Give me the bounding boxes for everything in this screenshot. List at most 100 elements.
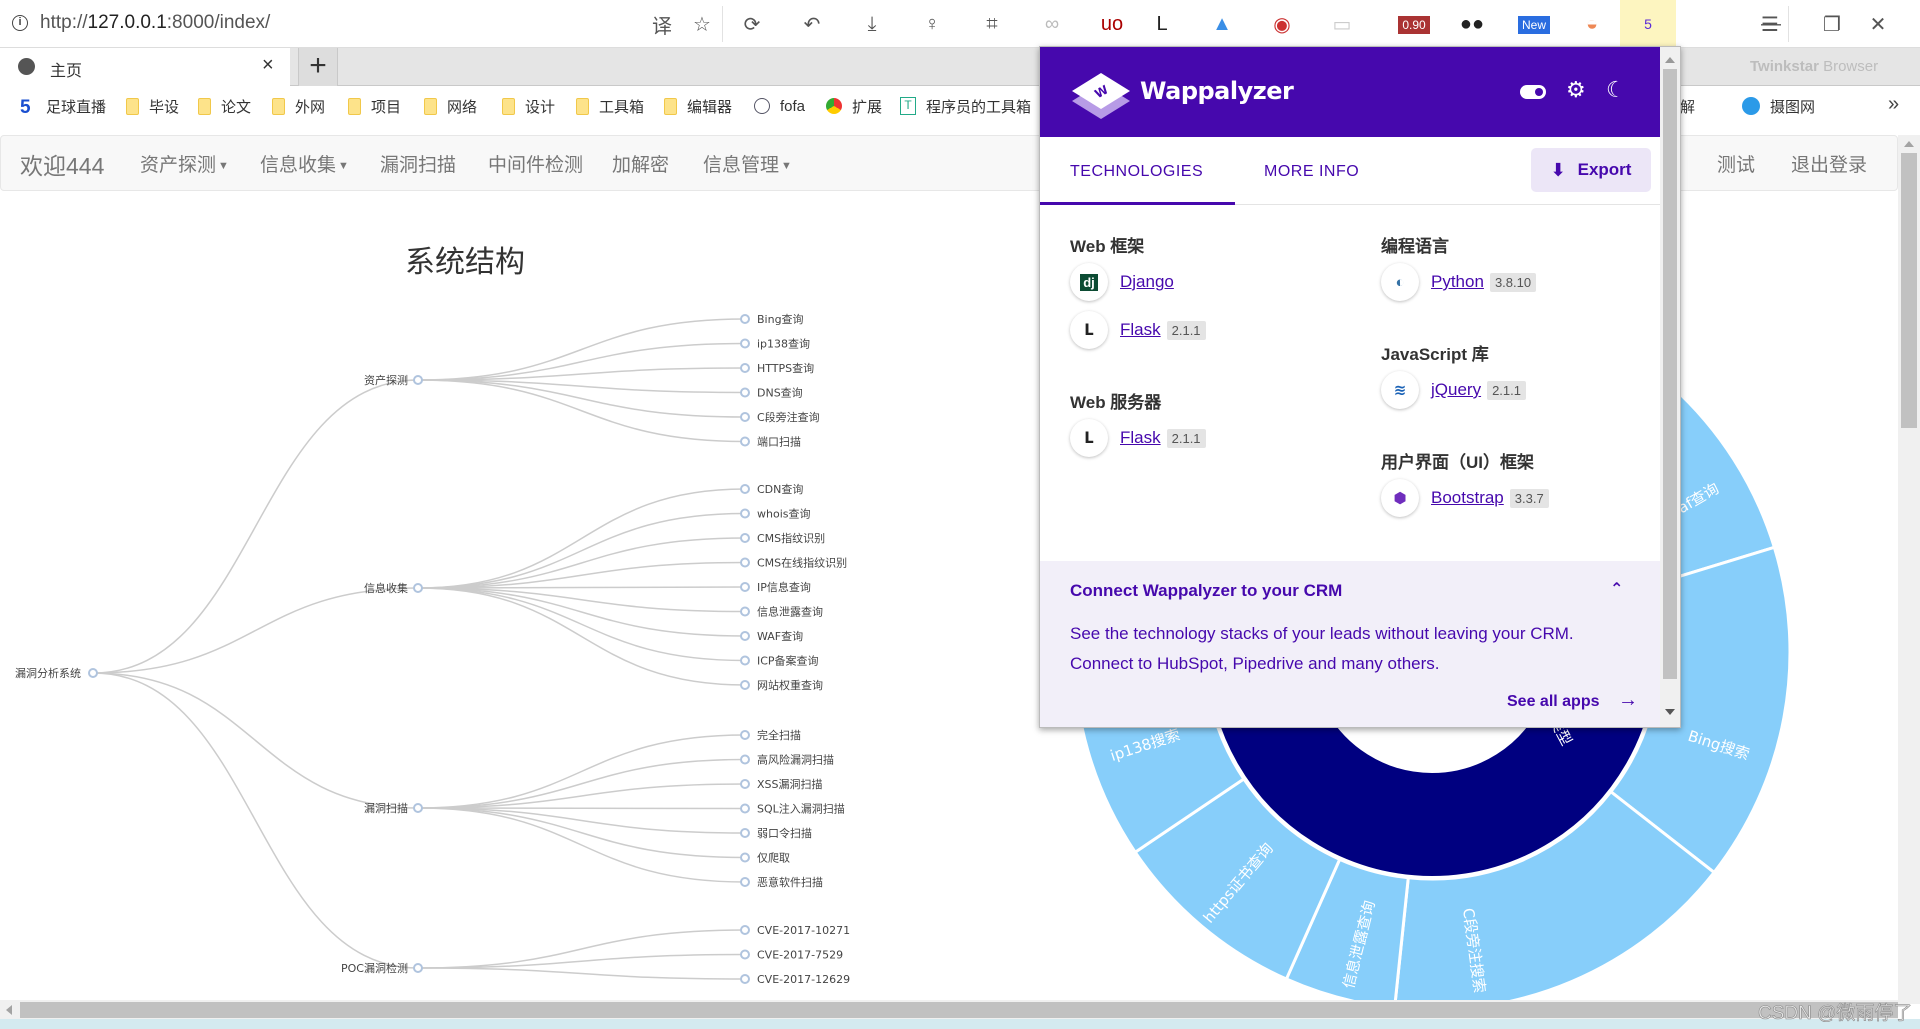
bookmark-item[interactable]: 扩展 [826,95,882,117]
technology-item: ᒪ Flask 2.1.1 [1070,414,1206,462]
bookmark-item[interactable]: 毕设 [126,95,179,117]
technology-link[interactable]: jQuery [1431,380,1481,400]
jquery-icon: ≋ [1381,371,1419,409]
popup-scroll-thumb[interactable] [1663,69,1677,679]
audio-extension-icon[interactable]: ◉ [1268,10,1296,38]
technology-link[interactable]: Django [1120,272,1174,292]
nav-item[interactable]: 中间件检测 [488,150,583,177]
dark-mode-moon-icon[interactable]: ☾ [1606,77,1626,103]
url-field[interactable]: http://127.0.0.1:8000/index/ [40,12,270,34]
technology-link[interactable]: Bootstrap [1431,488,1504,508]
bookmark-item[interactable]: 工具箱 [576,95,644,117]
bookmark-item[interactable]: 外网 [272,95,325,117]
scroll-down-arrow-icon[interactable] [1665,709,1675,715]
bookmark-item[interactable]: 项目 [348,95,401,117]
undo-icon[interactable]: ↶ [798,10,826,38]
page-horizontal-scrollbar[interactable] [0,1000,1898,1019]
bookmark-item[interactable]: 论文 [198,95,251,117]
export-button[interactable]: ⬇ Export [1531,148,1651,192]
version-badge: 3.3.7 [1509,488,1549,508]
bookmark-label: 设计 [525,98,556,116]
tab-technologies[interactable]: TECHNOLOGIES [1070,163,1203,181]
tab-home[interactable]: 主页 × [0,48,290,86]
image-extension-icon[interactable]: ▲ [1208,10,1236,38]
bootstrap-icon: ⬢ [1381,479,1419,517]
translate-icon[interactable]: 译 [648,10,676,38]
restore-window-button[interactable]: ❐ [1818,10,1846,38]
crop-icon[interactable]: ⌗ [978,10,1006,38]
enable-toggle[interactable] [1520,85,1546,99]
bookmark-item[interactable]: T 程序员的工具箱 [900,95,1031,117]
fofa-icon [754,98,770,114]
tab-close-icon[interactable]: × [262,54,274,77]
download-manager-icon[interactable]: ▭ [1328,10,1356,38]
new-tab-button[interactable]: + [298,48,338,86]
page-vertical-scrollbar[interactable] [1898,135,1920,1004]
lastpass-icon[interactable]: L [1148,10,1176,38]
download-icon[interactable]: ⤓ [858,10,886,38]
collapse-chevron-up-icon[interactable]: ⌃ [1610,579,1623,599]
tree-leaf-label: CDN查询 [757,482,803,496]
tampermonkey-icon[interactable]: ●● [1458,10,1486,38]
bookmark-item[interactable]: 网络 [424,95,477,117]
scroll-left-arrow-icon[interactable] [6,1005,12,1015]
site-info-icon[interactable]: i [12,15,28,31]
nav-item[interactable]: 信息收集 ▼ [260,150,349,177]
tree-link [417,807,746,834]
bowl-extension-icon[interactable]: ◒ [1578,10,1606,38]
star-icon[interactable]: ☆ [688,10,716,38]
technology-item: ᒪ Flask 2.1.1 [1070,306,1206,354]
tree-branch-label: 漏洞扫描 [364,801,408,815]
tree-leaf-node [740,363,750,373]
wappalyzer-logo-icon: W [1072,73,1130,119]
category-title: Web 框架 [1070,237,1145,256]
infinity-extension-icon[interactable]: ∞ [1038,10,1066,38]
speed-extension-icon[interactable]: 0.90 [1398,16,1430,34]
tree-leaf-node [740,338,750,349]
see-all-apps-link[interactable]: See all apps [1507,693,1600,711]
bookmarks-overflow-chevron-icon[interactable]: » [1888,93,1899,116]
nav-item[interactable]: 加解密 [612,150,669,177]
wappalyzer-extension-icon[interactable]: 5 [1620,0,1676,48]
nav-logout-link[interactable]: 退出登录 [1791,150,1867,177]
nav-item[interactable]: 信息管理 ▼ [703,150,792,177]
bookmark-item[interactable]: 设计 [502,95,555,117]
scroll-up-arrow-icon[interactable] [1904,141,1914,147]
bookmark-item[interactable]: 5 足球直播 [20,95,106,118]
tree-leaf-label: CVE-2017-10271 [757,924,850,937]
close-window-button[interactable]: ✕ [1864,10,1892,38]
bookmark-item[interactable]: 摄图网 [1742,95,1815,117]
technology-link[interactable]: Python [1431,272,1484,292]
crm-title: Connect Wappalyzer to your CRM [1070,581,1343,600]
gear-icon[interactable]: ⚙ [1566,77,1586,103]
account-icon[interactable]: ♀ [918,10,946,38]
arrow-right-icon[interactable]: → [1618,689,1638,712]
tree-link [417,512,746,589]
ublock-icon[interactable]: uo [1098,10,1126,38]
technology-item: ⬢ Bootstrap 3.3.7 [1381,474,1549,522]
refresh-icon[interactable]: ⟳ [738,10,766,38]
tree-leaf-label: whois查询 [757,507,811,521]
tree-leaf-node [740,754,750,765]
technology-link[interactable]: Flask [1120,428,1161,448]
bookmark-item[interactable]: fofa [754,95,805,117]
nav-test-link[interactable]: 测试 [1717,150,1755,177]
tree-leaf-node [740,949,750,960]
dropdown-caret-icon: ▼ [338,159,349,172]
minimize-window-button[interactable]: — [1757,10,1785,38]
vertical-scroll-thumb[interactable] [1901,153,1917,428]
tree-link [417,587,746,637]
technology-link[interactable]: Flask [1120,320,1161,340]
tab-more-info[interactable]: MORE INFO [1264,163,1359,181]
tree-leaf-label: DNS查询 [757,386,803,400]
nav-item[interactable]: 漏洞扫描 [380,150,456,177]
nav-item[interactable]: 资产探测 ▼ [140,150,229,177]
scroll-up-arrow-icon[interactable] [1665,57,1675,63]
toolbox-t-icon: T [900,97,916,115]
bookmark-label: 项目 [371,98,402,116]
new-extension-icon[interactable]: New [1518,16,1550,34]
horizontal-scroll-thumb[interactable] [20,1002,1898,1018]
bookmark-item[interactable]: 编辑器 [664,95,732,117]
popup-scrollbar[interactable] [1660,47,1680,727]
navbar-brand[interactable]: 欢迎444 [20,147,104,181]
